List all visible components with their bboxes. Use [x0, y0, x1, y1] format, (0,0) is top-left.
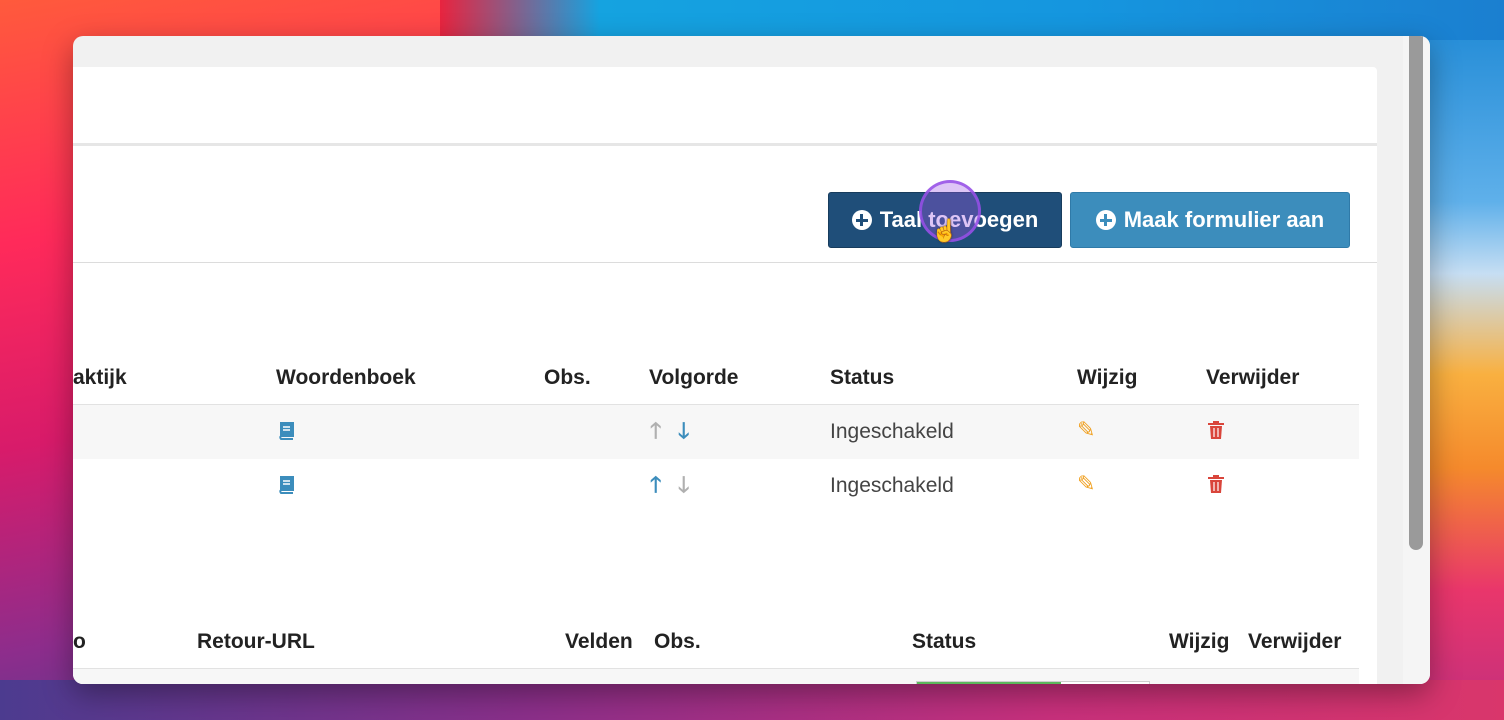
divider [73, 262, 1377, 263]
add-language-label: Taal toevoegen [879, 207, 1039, 232]
trash-icon[interactable] [1207, 420, 1225, 440]
order-up-icon[interactable]: 🡑 [650, 474, 661, 496]
status-progress-fill [917, 682, 1061, 684]
column-header-edit: Wijzig [1077, 366, 1138, 389]
column-header-status: Status [912, 630, 977, 653]
column-header-obs: Obs. [654, 630, 701, 653]
plus-circle-icon [851, 210, 872, 230]
desktop-wallpaper-bottom [0, 680, 1504, 720]
column-header-obs: Obs. [544, 366, 591, 389]
add-language-button[interactable]: Taal toevoegen [828, 192, 1062, 248]
column-header-fields: Velden [565, 630, 633, 653]
pencil-icon[interactable]: ✎ [1077, 471, 1095, 497]
order-up-icon[interactable]: 🡑 [650, 420, 661, 442]
status-text: Ingeschakeld [830, 420, 954, 443]
table-row [73, 404, 1359, 460]
column-header-delete: Verwijder [1248, 630, 1342, 653]
column-header-order: Volgorde [649, 366, 739, 389]
scrollbar-thumb[interactable] [1409, 36, 1423, 550]
pencil-icon[interactable]: ✎ [1077, 417, 1095, 443]
status-text: Ingeschakeld [830, 474, 954, 497]
order-down-icon[interactable]: 🡓 [678, 474, 689, 496]
top-bar [73, 67, 1377, 146]
create-form-button[interactable]: Maak formulier aan [1070, 192, 1350, 248]
create-form-label: Maak formulier aan [1123, 207, 1325, 232]
status-toggle[interactable] [916, 681, 1150, 684]
column-header-dictionary: Woordenboek [276, 366, 416, 389]
column-header-name: o [73, 630, 86, 653]
column-header-practice: aktijk [73, 366, 127, 389]
desktop-wallpaper-top [440, 0, 1504, 40]
table-row [73, 668, 1359, 684]
book-icon[interactable] [276, 421, 296, 441]
column-header-return-url: Retour-URL [197, 630, 315, 653]
column-header-edit: Wijzig [1169, 630, 1230, 653]
column-header-delete: Verwijder [1206, 366, 1300, 389]
order-down-icon[interactable]: 🡓 [678, 420, 689, 442]
trash-icon[interactable] [1207, 474, 1225, 494]
column-header-status: Status [830, 366, 895, 389]
browser-window: Taal toevoegen Maak formulier aan ☝ akti… [73, 36, 1430, 684]
plus-circle-icon [1095, 210, 1116, 230]
book-icon[interactable] [276, 475, 296, 495]
table-row [73, 459, 1359, 514]
content-panel: Taal toevoegen Maak formulier aan ☝ akti… [73, 146, 1377, 684]
